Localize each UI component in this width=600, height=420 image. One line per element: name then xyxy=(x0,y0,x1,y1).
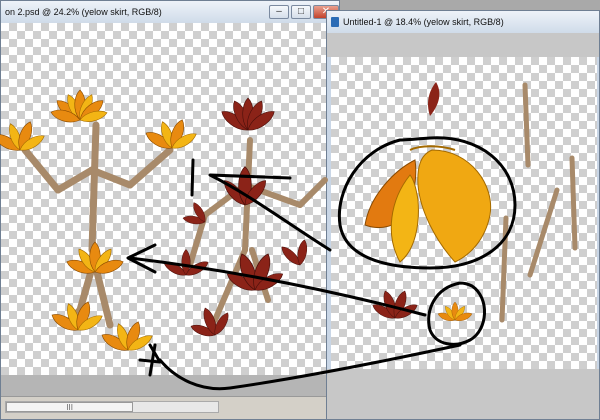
stick-figure-red xyxy=(161,97,328,340)
twig-sticks xyxy=(499,82,578,323)
stick-figure-orange xyxy=(0,89,199,355)
red-leaf-cluster xyxy=(370,289,420,322)
orange-leaf-cluster xyxy=(436,301,474,324)
large-yellow-leaves xyxy=(364,145,492,263)
single-red-leaf xyxy=(428,82,440,116)
artwork-overlay xyxy=(0,82,578,391)
